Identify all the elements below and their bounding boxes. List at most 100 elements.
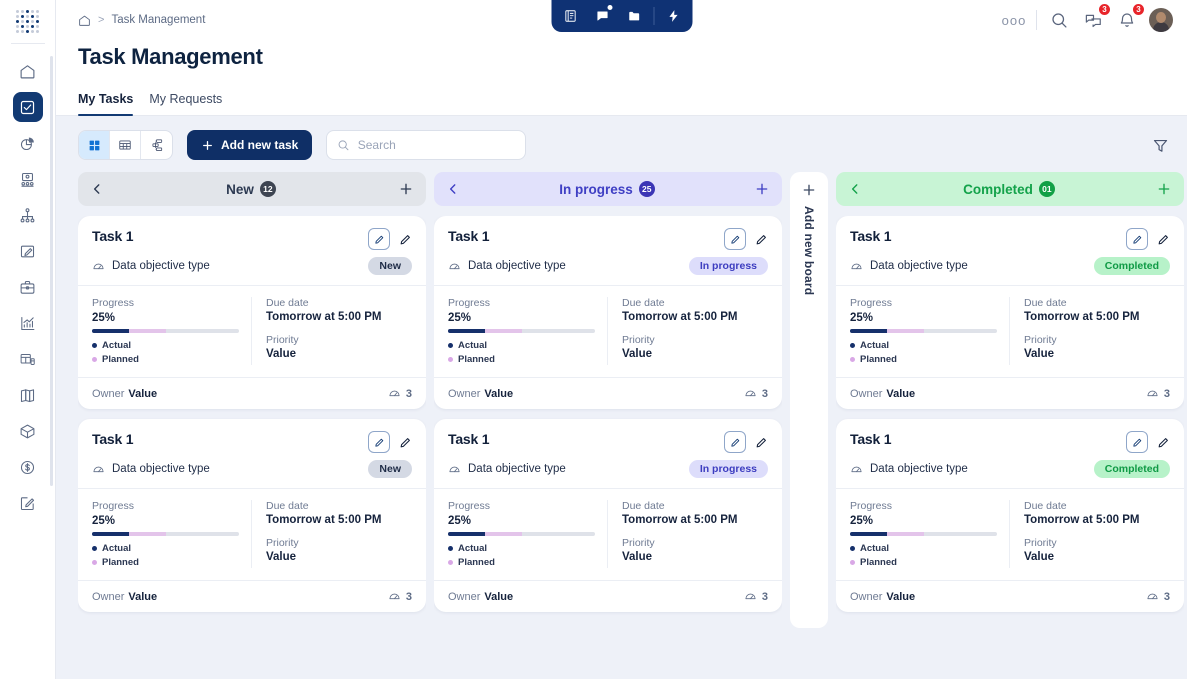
column-cards-completed: Task 1 Data objective type Completed Pro… <box>836 216 1184 669</box>
edit-boxed-icon[interactable] <box>724 431 746 453</box>
progress-section: Progress 25% Actual Planned <box>448 297 608 365</box>
user-avatar[interactable] <box>1149 8 1173 32</box>
tool-divider <box>653 7 654 25</box>
breadcrumb: > Task Management <box>78 14 205 27</box>
priority-value: Value <box>622 348 653 360</box>
chevron-left-icon[interactable] <box>446 182 460 196</box>
sidebar-item-portfolio[interactable] <box>13 272 43 302</box>
card-details: Due date Tomorrow at 5:00 PM Priority Va… <box>608 500 768 568</box>
add-card-completed-button[interactable] <box>1156 181 1172 197</box>
card-subheader: Data objective type In progress <box>448 257 768 275</box>
edit-boxed-icon[interactable] <box>1126 431 1148 453</box>
owner-value: Value <box>128 387 158 400</box>
board-area: Add new task Search New 12 Task 1 Data o… <box>56 116 1187 679</box>
filter-icon[interactable] <box>1147 132 1173 158</box>
task-card[interactable]: Task 1 <box>434 216 782 409</box>
lightning-icon[interactable] <box>658 1 688 31</box>
owner-value: Value <box>484 590 514 603</box>
task-card[interactable]: Task 1 <box>434 419 782 612</box>
sidebar-item-finance[interactable] <box>13 452 43 482</box>
top-bar: > Task Management ooo 3 3 <box>56 0 1187 40</box>
edit-icon[interactable] <box>399 436 412 449</box>
home-icon[interactable] <box>78 14 91 27</box>
tab-my-tasks[interactable]: My Tasks <box>78 92 134 116</box>
task-card[interactable]: Task 1 <box>836 419 1184 612</box>
priority-block: Priority Value <box>266 334 412 360</box>
sidebar-item-edit-document[interactable] <box>13 236 43 266</box>
sidebar-item-tasks[interactable] <box>12 92 43 122</box>
table-view-icon[interactable] <box>110 131 141 159</box>
edit-boxed-icon[interactable] <box>368 431 390 453</box>
progress-legend: Actual Planned <box>92 340 239 365</box>
breadcrumb-current[interactable]: Task Management <box>111 14 205 26</box>
list-document-icon[interactable] <box>555 1 585 31</box>
card-title: Task 1 <box>92 431 134 447</box>
plus-icon <box>203 140 212 150</box>
progress-bar-planned <box>484 532 522 536</box>
messages-button[interactable]: 3 <box>1081 3 1111 32</box>
messages-badge: 3 <box>1098 3 1111 16</box>
column-title-in-progress: In progress 25 <box>460 181 754 197</box>
chevron-left-icon[interactable] <box>848 182 862 196</box>
edit-icon[interactable] <box>755 233 768 246</box>
sidebar-item-catalog[interactable] <box>13 380 43 410</box>
edit-boxed-icon[interactable] <box>724 228 746 250</box>
add-card-in-progress-button[interactable] <box>754 181 770 197</box>
objective-type: Data objective type <box>850 260 968 273</box>
card-details: Due date Tomorrow at 5:00 PM Priority Va… <box>252 297 412 365</box>
due-date-label: Due date <box>622 500 665 512</box>
edit-icon[interactable] <box>399 233 412 246</box>
grid-view-icon[interactable] <box>79 131 110 159</box>
card-actions <box>724 228 768 250</box>
sidebar-item-home[interactable] <box>13 56 43 86</box>
folder-icon[interactable] <box>619 1 649 31</box>
objective-type-label: Data objective type <box>112 260 210 272</box>
chevron-left-icon[interactable] <box>90 182 104 196</box>
column-count-badge: 25 <box>638 181 655 197</box>
sidebar-item-org-chart[interactable] <box>13 200 43 230</box>
status-badge: Completed <box>1093 257 1170 275</box>
edit-boxed-icon[interactable] <box>368 228 390 250</box>
task-card[interactable]: Task 1 <box>836 216 1184 409</box>
owner-field: Owner Value <box>448 388 513 400</box>
objective-type-label: Data objective type <box>468 260 566 272</box>
progress-value: 25% <box>850 515 874 527</box>
legend-planned: Planned <box>850 354 997 365</box>
search-box[interactable] <box>326 130 527 160</box>
card-details: Due date Tomorrow at 5:00 PM Priority Va… <box>252 500 412 568</box>
edit-boxed-icon[interactable] <box>1126 228 1148 250</box>
board-toolbar: Add new task <box>56 128 1187 162</box>
notifications-button[interactable]: 3 <box>1115 3 1145 32</box>
search-input[interactable] <box>357 138 516 152</box>
add-new-board-label: Add new board <box>802 206 816 296</box>
search-icon[interactable] <box>1047 8 1071 32</box>
add-new-task-button[interactable]: Add new task <box>187 130 313 160</box>
owner-label: Owner <box>92 387 125 400</box>
sidebar-item-reports[interactable] <box>13 308 43 338</box>
legend-actual: Actual <box>850 543 997 554</box>
more-options-button[interactable]: ooo <box>1002 8 1026 32</box>
progress-label: Progress <box>850 500 893 512</box>
edit-icon[interactable] <box>755 436 768 449</box>
card-details: Due date Tomorrow at 5:00 PM Priority Va… <box>1010 500 1170 568</box>
sidebar-item-assets[interactable] <box>13 416 43 446</box>
add-new-board-button[interactable]: Add new board <box>790 172 828 628</box>
sidebar-item-sign[interactable] <box>13 488 43 518</box>
add-card-new-button[interactable] <box>398 181 414 197</box>
sidebar-item-data-tables[interactable] <box>13 344 43 374</box>
sidebar-item-analytics[interactable] <box>13 128 43 158</box>
task-card[interactable]: Task 1 <box>78 419 426 612</box>
app-logo[interactable] <box>0 0 56 42</box>
tab-my-requests[interactable]: My Requests <box>149 92 222 115</box>
edit-icon[interactable] <box>1157 233 1170 246</box>
chat-icon[interactable] <box>587 1 617 31</box>
card-actions <box>724 431 768 453</box>
sidebar-item-presentation[interactable] <box>13 164 43 194</box>
due-date-block: Due date Tomorrow at 5:00 PM <box>1024 297 1170 323</box>
legend-actual: Actual <box>448 543 595 554</box>
tree-view-icon[interactable] <box>141 131 172 159</box>
sidebar-scrollbar[interactable] <box>50 56 53 486</box>
edit-icon[interactable] <box>1157 436 1170 449</box>
task-card[interactable]: Task 1 <box>78 216 426 409</box>
progress-label: Progress <box>92 297 135 309</box>
